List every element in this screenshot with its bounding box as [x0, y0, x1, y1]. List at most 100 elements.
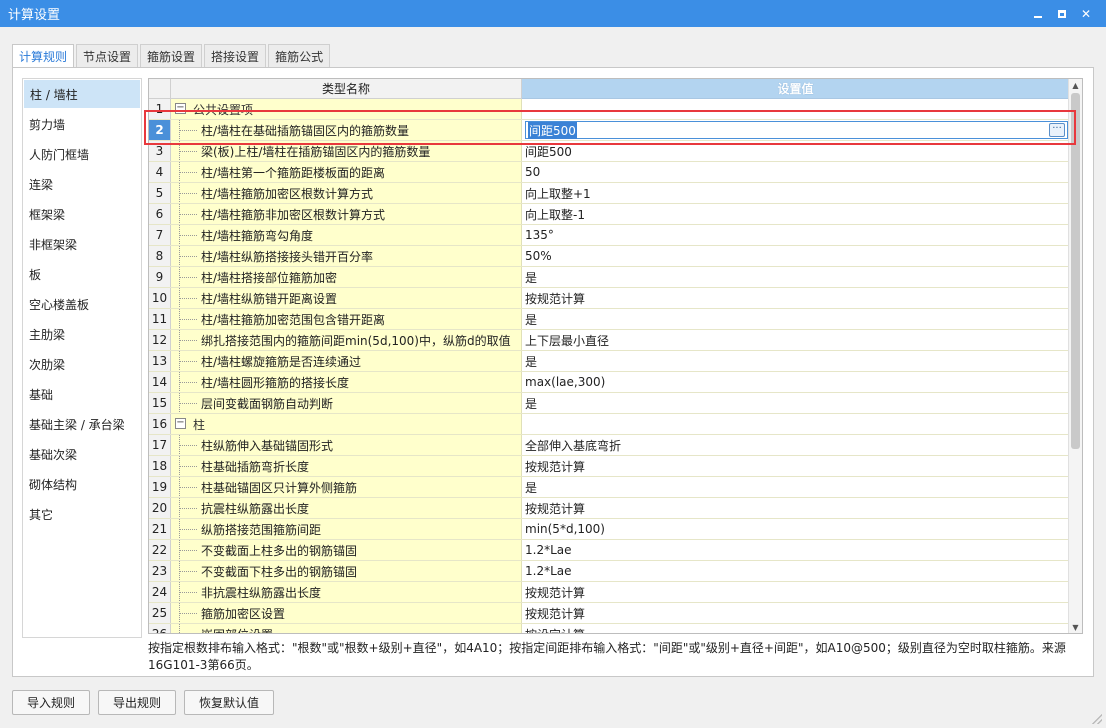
- sidebar-item-1[interactable]: 柱 / 墙柱: [24, 80, 140, 108]
- setting-name-cell[interactable]: 柱/墙柱箍筋加密区根数计算方式: [171, 183, 522, 203]
- sidebar-item-15[interactable]: 其它: [23, 499, 141, 529]
- tab-3[interactable]: 箍筋设置: [140, 44, 203, 67]
- table-row[interactable]: 1− 公共设置项: [149, 99, 1069, 120]
- setting-value-cell[interactable]: [522, 99, 1069, 119]
- restore-defaults-button[interactable]: 恢复默认值: [184, 690, 275, 715]
- setting-name-cell[interactable]: 层间变截面钢筋自动判断: [171, 393, 522, 413]
- table-row[interactable]: 19 柱基础锚固区只计算外侧箍筋 是: [149, 477, 1069, 498]
- table-row[interactable]: 13 柱/墙柱螺旋箍筋是否连续通过 是: [149, 351, 1069, 372]
- resize-grip-icon[interactable]: [1092, 714, 1102, 724]
- setting-name-cell[interactable]: 柱/墙柱箍筋弯勾角度: [171, 225, 522, 245]
- table-row[interactable]: 26 嵌固部位设置 按设定计算: [149, 624, 1069, 634]
- sidebar-item-10[interactable]: 次肋梁: [23, 349, 141, 379]
- vertical-scrollbar[interactable]: ▲ ▼: [1068, 79, 1082, 633]
- table-row[interactable]: 11 柱/墙柱箍筋加密范围包含错开距离 是: [149, 309, 1069, 330]
- setting-name-cell[interactable]: 柱纵筋伸入基础锚固形式: [171, 435, 522, 455]
- sidebar-item-7[interactable]: 板: [23, 259, 141, 289]
- sidebar-item-6[interactable]: 非框架梁: [23, 229, 141, 259]
- setting-value-cell[interactable]: 向上取整+1: [522, 183, 1069, 203]
- setting-value-cell[interactable]: 是: [522, 351, 1069, 371]
- setting-value-cell[interactable]: 135°: [522, 225, 1069, 245]
- setting-value-cell[interactable]: 按规范计算: [522, 603, 1069, 623]
- column-header-name[interactable]: 类型名称: [171, 79, 522, 99]
- sidebar-item-13[interactable]: 基础次梁: [23, 439, 141, 469]
- setting-name-cell[interactable]: 嵌固部位设置: [171, 624, 522, 633]
- setting-name-cell[interactable]: 柱/墙柱纵筋错开距离设置: [171, 288, 522, 308]
- setting-name-cell[interactable]: 柱/墙柱在基础插筋锚固区内的箍筋数量: [171, 120, 522, 140]
- setting-value-cell[interactable]: 是: [522, 477, 1069, 497]
- table-row[interactable]: 2 柱/墙柱在基础插筋锚固区内的箍筋数量 间距500 ···: [149, 120, 1069, 141]
- tab-4[interactable]: 搭接设置: [204, 44, 267, 67]
- tab-2[interactable]: 节点设置: [76, 44, 139, 67]
- table-row[interactable]: 18 柱基础插筋弯折长度 按规范计算: [149, 456, 1069, 477]
- sidebar-item-8[interactable]: 空心楼盖板: [23, 289, 141, 319]
- setting-value-cell[interactable]: 全部伸入基底弯折: [522, 435, 1069, 455]
- sidebar-item-3[interactable]: 人防门框墙: [23, 139, 141, 169]
- setting-name-cell[interactable]: 不变截面上柱多出的钢筋锚固: [171, 540, 522, 560]
- collapse-icon[interactable]: −: [175, 418, 186, 429]
- table-row[interactable]: 16− 柱: [149, 414, 1069, 435]
- setting-name-cell[interactable]: 柱/墙柱圆形箍筋的搭接长度: [171, 372, 522, 392]
- setting-name-cell[interactable]: 不变截面下柱多出的钢筋锚固: [171, 561, 522, 581]
- setting-value-cell[interactable]: 按设定计算: [522, 624, 1069, 634]
- setting-name-cell[interactable]: 柱/墙柱第一个箍筋距楼板面的距离: [171, 162, 522, 182]
- scroll-up-icon[interactable]: ▲: [1069, 79, 1082, 91]
- setting-name-cell[interactable]: 柱/墙柱箍筋加密范围包含错开距离: [171, 309, 522, 329]
- setting-value-cell[interactable]: 1.2*Lae: [522, 561, 1069, 581]
- scroll-thumb[interactable]: [1071, 93, 1080, 449]
- close-button[interactable]: ✕: [1074, 4, 1098, 24]
- table-row[interactable]: 8 柱/墙柱纵筋搭接接头错开百分率 50%: [149, 246, 1069, 267]
- import-rules-button[interactable]: 导入规则: [12, 690, 91, 715]
- setting-name-cell[interactable]: 绑扎搭接范围内的箍筋间距min(5d,100)中，纵筋d的取值: [171, 330, 522, 350]
- table-row[interactable]: 22 不变截面上柱多出的钢筋锚固 1.2*Lae: [149, 540, 1069, 561]
- setting-name-cell[interactable]: 柱/墙柱搭接部位箍筋加密: [171, 267, 522, 287]
- sidebar-item-14[interactable]: 砌体结构: [23, 469, 141, 499]
- table-row[interactable]: 17 柱纵筋伸入基础锚固形式 全部伸入基底弯折: [149, 435, 1069, 456]
- sidebar-item-9[interactable]: 主肋梁: [23, 319, 141, 349]
- collapse-icon[interactable]: −: [175, 103, 186, 114]
- setting-name-cell[interactable]: 柱/墙柱箍筋非加密区根数计算方式: [171, 204, 522, 224]
- table-row[interactable]: 14 柱/墙柱圆形箍筋的搭接长度 max(lae,300): [149, 372, 1069, 393]
- table-row[interactable]: 24 非抗震柱纵筋露出长度 按规范计算: [149, 582, 1069, 603]
- setting-name-cell[interactable]: 非抗震柱纵筋露出长度: [171, 582, 522, 602]
- setting-value-cell[interactable]: 按规范计算: [522, 456, 1069, 476]
- table-row[interactable]: 9 柱/墙柱搭接部位箍筋加密 是: [149, 267, 1069, 288]
- table-row[interactable]: 6 柱/墙柱箍筋非加密区根数计算方式 向上取整-1: [149, 204, 1069, 225]
- table-row[interactable]: 7 柱/墙柱箍筋弯勾角度 135°: [149, 225, 1069, 246]
- setting-value-cell[interactable]: 上下层最小直径: [522, 330, 1069, 350]
- setting-value-cell[interactable]: 是: [522, 393, 1069, 413]
- table-row[interactable]: 15 层间变截面钢筋自动判断 是: [149, 393, 1069, 414]
- setting-value-cell[interactable]: 是: [522, 309, 1069, 329]
- setting-value-cell[interactable]: min(5*d,100): [522, 519, 1069, 539]
- table-row[interactable]: 4 柱/墙柱第一个箍筋距楼板面的距离 50: [149, 162, 1069, 183]
- setting-value-cell[interactable]: max(lae,300): [522, 372, 1069, 392]
- setting-name-cell[interactable]: 柱基础锚固区只计算外侧箍筋: [171, 477, 522, 497]
- setting-name-cell[interactable]: 箍筋加密区设置: [171, 603, 522, 623]
- table-row[interactable]: 12 绑扎搭接范围内的箍筋间距min(5d,100)中，纵筋d的取值 上下层最小直径: [149, 330, 1069, 351]
- setting-name-cell[interactable]: 柱/墙柱纵筋搭接接头错开百分率: [171, 246, 522, 266]
- setting-value-cell[interactable]: 向上取整-1: [522, 204, 1069, 224]
- setting-value-cell[interactable]: 1.2*Lae: [522, 540, 1069, 560]
- setting-value-cell[interactable]: 50: [522, 162, 1069, 182]
- table-row[interactable]: 5 柱/墙柱箍筋加密区根数计算方式 向上取整+1: [149, 183, 1069, 204]
- table-row[interactable]: 20 抗震柱纵筋露出长度 按规范计算: [149, 498, 1069, 519]
- table-row[interactable]: 25 箍筋加密区设置 按规范计算: [149, 603, 1069, 624]
- table-row[interactable]: 3 梁(板)上柱/墙柱在插筋锚固区内的箍筋数量 间距500: [149, 141, 1069, 162]
- column-header-value[interactable]: 设置值: [522, 79, 1069, 99]
- sidebar-item-2[interactable]: 剪力墙: [23, 109, 141, 139]
- setting-value-cell[interactable]: [522, 414, 1069, 434]
- setting-value-cell[interactable]: 是: [522, 267, 1069, 287]
- export-rules-button[interactable]: 导出规则: [98, 690, 177, 715]
- setting-name-cell[interactable]: 柱基础插筋弯折长度: [171, 456, 522, 476]
- setting-name-cell[interactable]: − 公共设置项: [171, 99, 522, 119]
- tab-5[interactable]: 箍筋公式: [268, 44, 331, 67]
- scroll-down-icon[interactable]: ▼: [1069, 621, 1082, 633]
- setting-value-cell[interactable]: 按规范计算: [522, 288, 1069, 308]
- table-row[interactable]: 23 不变截面下柱多出的钢筋锚固 1.2*Lae: [149, 561, 1069, 582]
- setting-value-cell[interactable]: 按规范计算: [522, 498, 1069, 518]
- sidebar-item-5[interactable]: 框架梁: [23, 199, 141, 229]
- setting-name-cell[interactable]: − 柱: [171, 414, 522, 434]
- sidebar-item-4[interactable]: 连梁: [23, 169, 141, 199]
- sidebar-item-11[interactable]: 基础: [23, 379, 141, 409]
- setting-value-cell[interactable]: 50%: [522, 246, 1069, 266]
